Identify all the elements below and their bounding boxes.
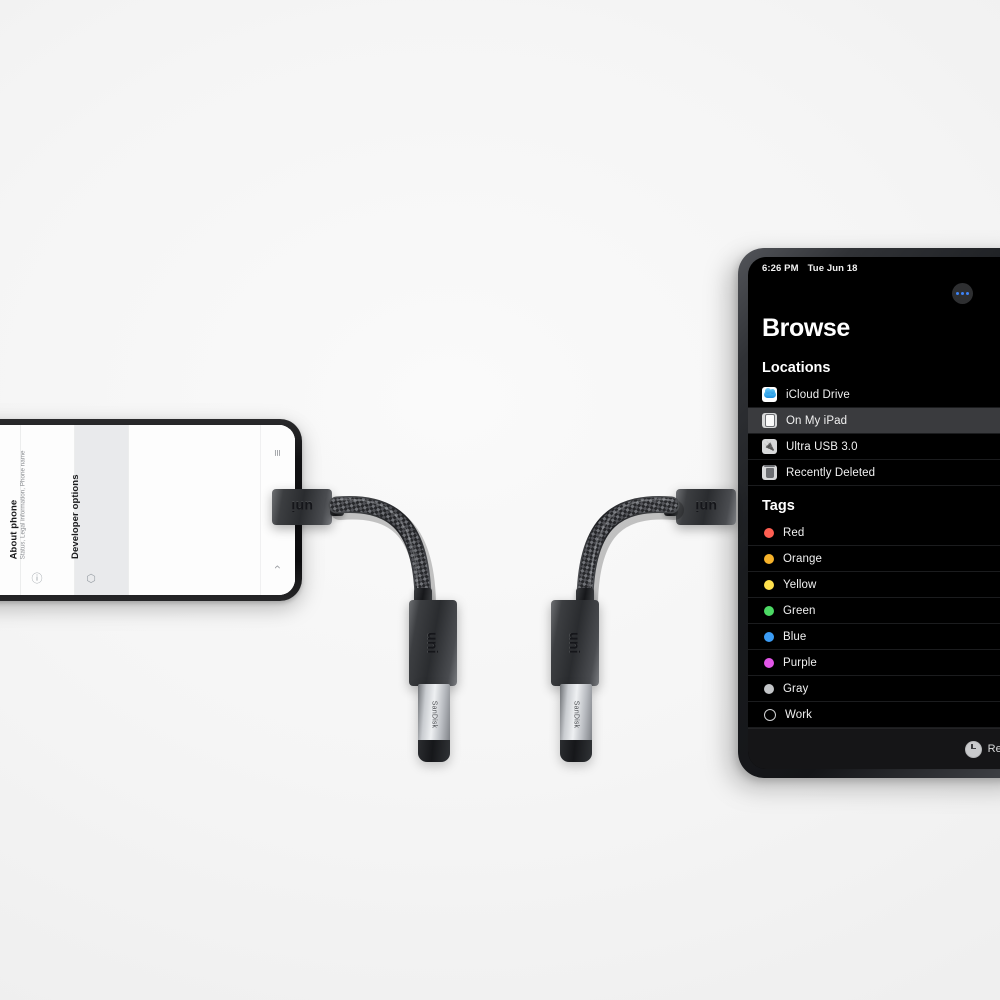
tag-label: Green bbox=[783, 604, 816, 617]
section-title: Locations bbox=[762, 360, 831, 376]
clock-icon bbox=[964, 740, 982, 758]
tag-color-dot bbox=[764, 657, 774, 668]
sidebar-item-label: iCloud Drive bbox=[786, 388, 850, 401]
ipad-tablet: 6:26 PM Tue Jun 18 Browse Locations iClo… bbox=[738, 248, 1000, 778]
more-dot-icon bbox=[956, 292, 959, 295]
tab-recents[interactable]: Recents bbox=[988, 743, 1000, 755]
settings-row-title: Developer options bbox=[70, 474, 81, 559]
sandisk-logo: SanDisk bbox=[572, 700, 580, 728]
product-photo-scene: Apps Default apps, App permissions ∷ Gen… bbox=[0, 0, 1000, 1000]
usbc-connector-right: uni bbox=[676, 489, 736, 525]
tag-color-dot bbox=[764, 579, 774, 590]
section-title: Tags bbox=[762, 498, 795, 514]
sidebar-item-on-my-ipad[interactable]: On My iPad bbox=[748, 408, 1000, 434]
trash-icon bbox=[762, 465, 777, 480]
recents-button[interactable]: ≡ bbox=[271, 450, 285, 457]
android-settings-list: Apps Default apps, App permissions ∷ Gen… bbox=[0, 425, 295, 595]
ipad-screen: 6:26 PM Tue Jun 18 Browse Locations iClo… bbox=[748, 257, 1000, 769]
ipad-status-bar: 6:26 PM Tue Jun 18 bbox=[748, 257, 1000, 279]
tag-label: Blue bbox=[783, 630, 807, 643]
ipad-icon bbox=[762, 413, 777, 428]
tag-color-dot bbox=[764, 631, 774, 642]
settings-row-text: About phone Status, Legal information, P… bbox=[9, 425, 27, 559]
tag-item-yellow[interactable]: Yellow bbox=[748, 572, 1000, 598]
icloud-drive-icon bbox=[762, 387, 777, 402]
uni-adapter-housing-right: uni bbox=[551, 600, 599, 686]
sidebar-item-label: On My iPad bbox=[786, 414, 848, 427]
locations-section-header[interactable]: Locations bbox=[748, 351, 1000, 382]
sandisk-flash-drive-right: SanDisk bbox=[560, 684, 592, 762]
sidebar-item-recently-deleted[interactable]: Recently Deleted bbox=[748, 460, 1000, 486]
usbc-connector-left: uni bbox=[272, 489, 332, 525]
back-button[interactable]: ‹ bbox=[271, 565, 285, 569]
usb-drive-icon: 🔌 bbox=[762, 439, 777, 454]
settings-row-about-phone[interactable]: About phone Status, Legal information, P… bbox=[9, 425, 75, 595]
tag-label: Orange bbox=[783, 552, 822, 565]
tag-item-work[interactable]: Work bbox=[748, 702, 1000, 728]
uni-logo: uni bbox=[425, 632, 441, 654]
tag-item-green[interactable]: Green bbox=[748, 598, 1000, 624]
sidebar-item-ultra-usb-30[interactable]: 🔌 Ultra USB 3.0 bbox=[748, 434, 1000, 460]
more-options-button[interactable] bbox=[952, 283, 973, 304]
uni-logo: uni bbox=[695, 499, 717, 515]
tag-item-purple[interactable]: Purple bbox=[748, 650, 1000, 676]
developer-icon: ⬡ bbox=[86, 572, 96, 585]
sidebar-item-label: Recently Deleted bbox=[786, 466, 876, 479]
tag-color-dot bbox=[764, 553, 774, 564]
tag-color-dot bbox=[764, 683, 774, 694]
tag-label: Gray bbox=[783, 682, 809, 695]
sandisk-flash-drive-left: SanDisk bbox=[418, 684, 450, 762]
tag-color-dot bbox=[764, 527, 774, 538]
sandisk-logo: SanDisk bbox=[430, 700, 438, 728]
info-icon: ⓘ bbox=[31, 573, 43, 585]
uni-logo: uni bbox=[291, 499, 313, 515]
more-dot-icon bbox=[966, 292, 969, 295]
settings-row-subtitle: Status, Legal information, Phone name bbox=[19, 450, 27, 559]
files-header: Browse bbox=[748, 279, 1000, 351]
tag-label: Work bbox=[785, 708, 813, 721]
tags-section-header[interactable]: Tags bbox=[748, 486, 1000, 520]
tag-item-gray[interactable]: Gray bbox=[748, 676, 1000, 702]
page-title: Browse bbox=[762, 314, 850, 342]
android-phone: Apps Default apps, App permissions ∷ Gen… bbox=[0, 419, 302, 601]
tag-item-blue[interactable]: Blue bbox=[748, 624, 1000, 650]
status-bar-date: Tue Jun 18 bbox=[807, 262, 858, 274]
status-bar-time: 6:26 PM bbox=[762, 262, 799, 274]
tag-label: Yellow bbox=[783, 578, 817, 591]
settings-row-title: About phone bbox=[8, 499, 20, 559]
tag-label: Purple bbox=[783, 656, 817, 669]
uni-logo: uni bbox=[567, 632, 583, 654]
tag-item-orange[interactable]: Orange bbox=[748, 546, 1000, 572]
android-phone-screen: Apps Default apps, App permissions ∷ Gen… bbox=[0, 425, 295, 595]
tag-color-dot bbox=[764, 708, 776, 721]
more-dot-icon bbox=[961, 292, 964, 295]
settings-row-text: Developer options bbox=[70, 425, 81, 559]
tag-color-dot bbox=[764, 605, 774, 616]
sidebar-item-label: Ultra USB 3.0 bbox=[786, 440, 858, 453]
tag-item-red[interactable]: Red bbox=[748, 520, 1000, 546]
tag-label: Red bbox=[783, 526, 805, 539]
sidebar-item-icloud-drive[interactable]: iCloud Drive bbox=[748, 382, 1000, 408]
uni-adapter-housing-left: uni bbox=[409, 600, 457, 686]
settings-row-developer-options[interactable]: Developer options ⬡ bbox=[70, 425, 129, 595]
files-tab-bar: Recents bbox=[748, 728, 1000, 769]
